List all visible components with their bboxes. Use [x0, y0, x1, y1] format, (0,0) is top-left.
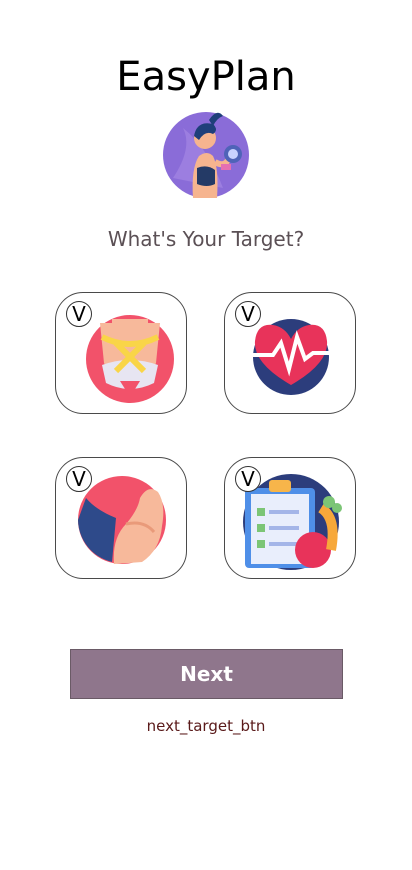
- fitness-avatar-icon: [163, 112, 249, 198]
- page-subtitle: What's Your Target?: [107, 227, 305, 251]
- target-card-heart[interactable]: V: [224, 292, 356, 414]
- target-card-diet[interactable]: V: [224, 457, 356, 579]
- target-check-heart[interactable]: V: [235, 301, 261, 327]
- app-title: EasyPlan: [116, 54, 296, 100]
- next-button[interactable]: Next: [70, 649, 343, 699]
- next-button-id-label: next_target_btn: [146, 717, 266, 735]
- target-check-diet[interactable]: V: [235, 466, 261, 492]
- target-card-waist[interactable]: V: [55, 292, 187, 414]
- target-check-waist[interactable]: V: [66, 301, 92, 327]
- target-check-muscle[interactable]: V: [66, 466, 92, 492]
- target-card-muscle[interactable]: V: [55, 457, 187, 579]
